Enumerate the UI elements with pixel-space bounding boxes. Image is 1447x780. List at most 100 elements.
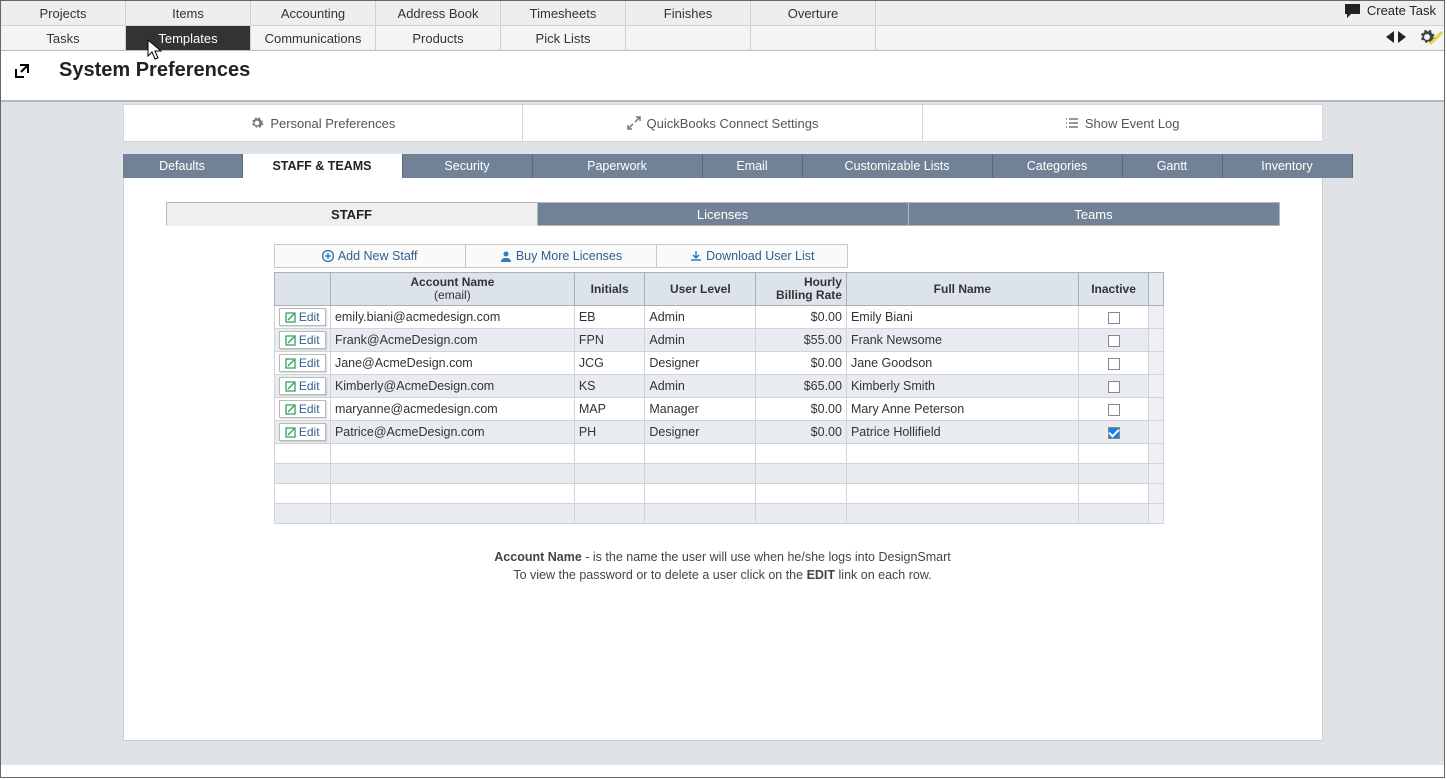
nav-item-projects[interactable]: Projects xyxy=(1,1,126,25)
quickbooks-settings-button[interactable]: QuickBooks Connect Settings xyxy=(523,104,923,142)
nav-prev-icon[interactable] xyxy=(1386,31,1394,43)
checkbox-icon[interactable] xyxy=(1108,427,1120,439)
subnav-item-tasks[interactable]: Tasks xyxy=(1,26,126,50)
subnav-item-products[interactable]: Products xyxy=(376,26,501,50)
expand-arrows-icon xyxy=(627,116,641,130)
table-row: Editemily.biani@acmedesign.comEBAdmin$0.… xyxy=(274,306,1163,329)
subnav-item-pick-lists[interactable]: Pick Lists xyxy=(501,26,626,50)
col-account-l2: (email) xyxy=(335,289,570,302)
page-title: System Preferences xyxy=(59,59,250,82)
sub-nav: TasksTemplatesCommunicationsProductsPick… xyxy=(1,26,1444,51)
cell-rate: $0.00 xyxy=(756,398,847,421)
help-text: Account Name - is the name the user will… xyxy=(166,550,1280,582)
pref-tab-paperwork[interactable]: Paperwork xyxy=(533,154,703,178)
subnav-item-templates[interactable]: Templates xyxy=(126,26,251,50)
cell-inactive[interactable] xyxy=(1078,306,1149,329)
list-icon xyxy=(1065,117,1079,129)
col-level: User Level xyxy=(645,273,756,306)
download-user-list-label: Download User List xyxy=(706,249,814,263)
cell-fullname: Mary Anne Peterson xyxy=(846,398,1078,421)
subnav-item-blank xyxy=(626,26,751,50)
cell-level: Admin xyxy=(645,375,756,398)
scroll-gutter xyxy=(1149,329,1163,352)
edit-button[interactable]: Edit xyxy=(279,354,326,372)
speech-bubble-icon xyxy=(1345,4,1361,18)
popout-icon[interactable] xyxy=(13,62,31,80)
cell-inactive[interactable] xyxy=(1078,421,1149,444)
col-edit xyxy=(274,273,330,306)
cell-inactive[interactable] xyxy=(1078,352,1149,375)
table-row: EditPatrice@AcmeDesign.comPHDesigner$0.0… xyxy=(274,421,1163,444)
add-new-staff-button[interactable]: Add New Staff xyxy=(274,244,466,268)
cell-level: Designer xyxy=(645,352,756,375)
create-task-button[interactable]: Create Task xyxy=(1345,3,1436,18)
checkbox-icon[interactable] xyxy=(1108,404,1120,416)
cell-level: Admin xyxy=(645,329,756,352)
cell-initials: EB xyxy=(574,306,645,329)
subtab-licenses[interactable]: Licenses xyxy=(538,202,909,226)
main-nav: ProjectsItemsAccountingAddress BookTimes… xyxy=(1,1,1444,26)
nav-item-items[interactable]: Items xyxy=(126,1,251,25)
checkbox-icon[interactable] xyxy=(1108,358,1120,370)
buy-more-licenses-button[interactable]: Buy More Licenses xyxy=(466,244,657,268)
nav-item-finishes[interactable]: Finishes xyxy=(626,1,751,25)
cell-inactive[interactable] xyxy=(1078,329,1149,352)
subtab-staff[interactable]: STAFF xyxy=(166,202,538,226)
nav-item-overture[interactable]: Overture xyxy=(751,1,876,25)
cell-email: Jane@AcmeDesign.com xyxy=(330,352,574,375)
scroll-gutter xyxy=(1149,375,1163,398)
pref-tab-inventory[interactable]: Inventory xyxy=(1223,154,1353,178)
cell-initials: MAP xyxy=(574,398,645,421)
pref-tab-gantt[interactable]: Gantt xyxy=(1123,154,1223,178)
nav-item-accounting[interactable]: Accounting xyxy=(251,1,376,25)
cell-rate: $55.00 xyxy=(756,329,847,352)
nav-item-timesheets[interactable]: Timesheets xyxy=(501,1,626,25)
table-row-empty xyxy=(274,464,1163,484)
cell-rate: $0.00 xyxy=(756,421,847,444)
cell-email: maryanne@acmedesign.com xyxy=(330,398,574,421)
help-l2-b: EDIT xyxy=(807,568,835,582)
pref-tab-defaults[interactable]: Defaults xyxy=(123,154,243,178)
plus-circle-icon xyxy=(322,250,334,262)
help-l1-rest: - is the name the user will use when he/… xyxy=(582,550,951,564)
cell-fullname: Emily Biani xyxy=(846,306,1078,329)
pref-tab-security[interactable]: Security xyxy=(403,154,533,178)
staff-table: Account Name (email) Initials User Level… xyxy=(274,272,1164,524)
cell-level: Manager xyxy=(645,398,756,421)
checkbox-icon[interactable] xyxy=(1108,312,1120,324)
edit-button[interactable]: Edit xyxy=(279,331,326,349)
cell-rate: $0.00 xyxy=(756,352,847,375)
subtab-teams[interactable]: Teams xyxy=(909,202,1280,226)
col-initials: Initials xyxy=(574,273,645,306)
nav-next-icon[interactable] xyxy=(1398,31,1406,43)
table-row-empty xyxy=(274,444,1163,464)
show-event-log-button[interactable]: Show Event Log xyxy=(923,104,1323,142)
download-user-list-button[interactable]: Download User List xyxy=(657,244,848,268)
table-row-empty xyxy=(274,504,1163,524)
pref-tab-customizable-lists[interactable]: Customizable Lists xyxy=(803,154,993,178)
edit-button[interactable]: Edit xyxy=(279,377,326,395)
cell-fullname: Patrice Hollifield xyxy=(846,421,1078,444)
cell-initials: PH xyxy=(574,421,645,444)
pref-tab-email[interactable]: Email xyxy=(703,154,803,178)
pref-tab-categories[interactable]: Categories xyxy=(993,154,1123,178)
cell-level: Admin xyxy=(645,306,756,329)
cell-rate: $0.00 xyxy=(756,306,847,329)
nav-item-address-book[interactable]: Address Book xyxy=(376,1,501,25)
col-account: Account Name (email) xyxy=(330,273,574,306)
person-icon xyxy=(500,250,512,262)
pref-tab-staff-teams[interactable]: STAFF & TEAMS xyxy=(243,154,403,178)
col-fullname: Full Name xyxy=(846,273,1078,306)
scroll-gutter xyxy=(1149,421,1163,444)
cell-inactive[interactable] xyxy=(1078,375,1149,398)
edit-button[interactable]: Edit xyxy=(279,400,326,418)
subnav-item-communications[interactable]: Communications xyxy=(251,26,376,50)
help-l2-c: link on each row. xyxy=(835,568,932,582)
edit-button[interactable]: Edit xyxy=(279,423,326,441)
personal-preferences-button[interactable]: Personal Preferences xyxy=(123,104,524,142)
edit-button[interactable]: Edit xyxy=(279,308,326,326)
checkbox-icon[interactable] xyxy=(1108,381,1120,393)
checkbox-icon[interactable] xyxy=(1108,335,1120,347)
cell-inactive[interactable] xyxy=(1078,398,1149,421)
cell-initials: KS xyxy=(574,375,645,398)
